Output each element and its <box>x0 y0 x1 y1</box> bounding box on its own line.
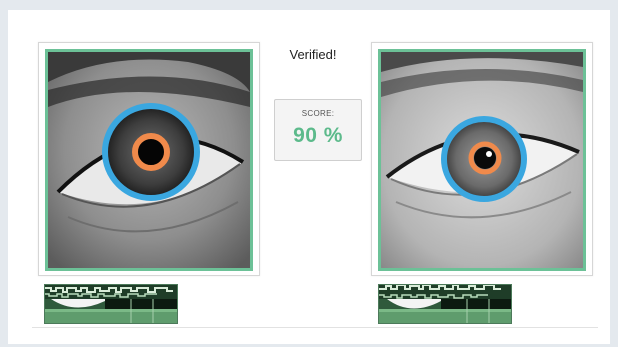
left-eye-icon <box>48 52 250 268</box>
bottom-divider <box>32 327 598 328</box>
left-eye-card <box>38 42 260 276</box>
score-value: 90 % <box>293 124 343 147</box>
right-eye-image <box>378 49 586 271</box>
iris-code-icon <box>379 285 511 323</box>
verification-panel: Verified! SCORE: 90 % <box>8 10 610 344</box>
right-eye-card <box>371 42 593 276</box>
left-iris-code-strip <box>44 284 178 324</box>
score-box: SCORE: 90 % <box>274 99 362 161</box>
right-eye-icon <box>381 52 583 268</box>
score-label: SCORE: <box>301 109 335 118</box>
left-eye-image <box>45 49 253 271</box>
verification-status: Verified! <box>289 47 337 62</box>
right-iris-code-strip <box>378 284 512 324</box>
iris-code-icon <box>45 285 177 323</box>
